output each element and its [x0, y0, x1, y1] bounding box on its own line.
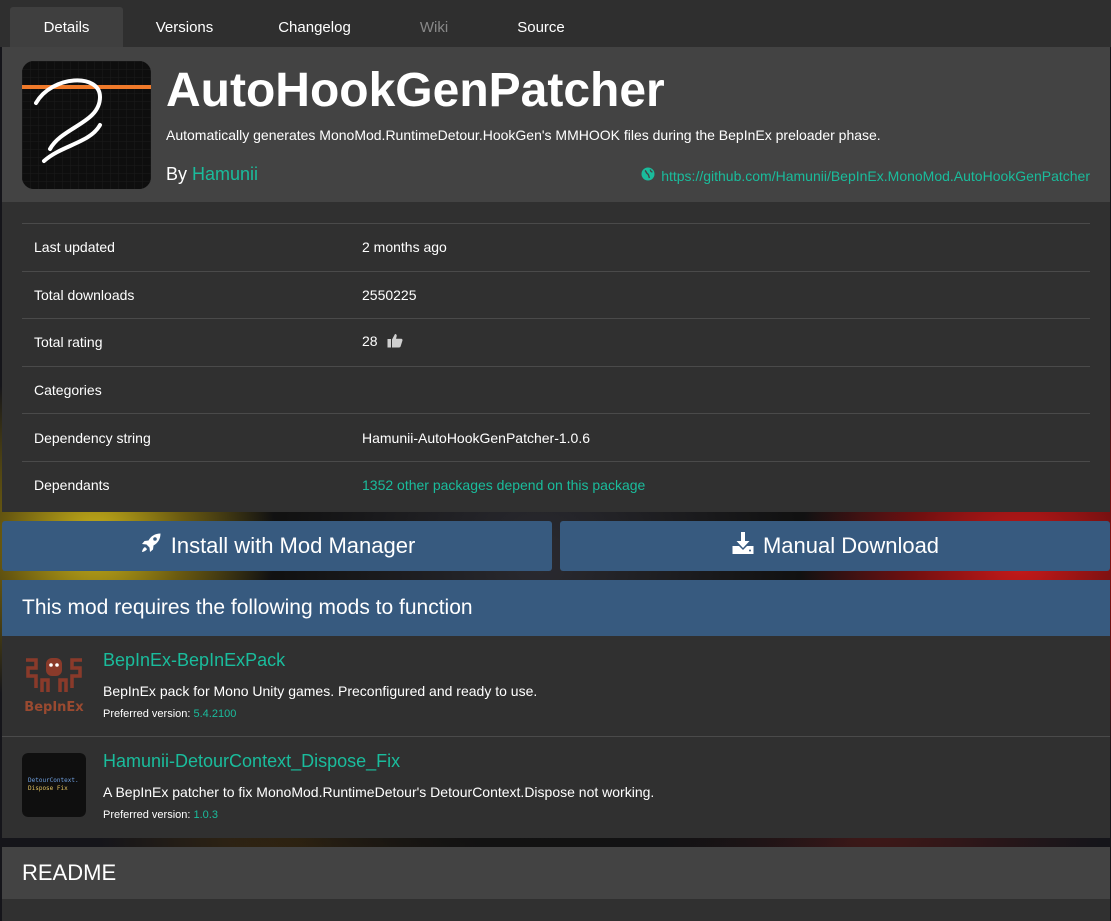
bepinex-logo-text: BepInEx	[24, 700, 84, 715]
info-key: Dependants	[34, 477, 110, 494]
globe-icon	[641, 167, 655, 184]
version-label: Preferred version:	[103, 809, 191, 821]
readme-heading: README	[2, 847, 1110, 899]
rocket-icon	[139, 531, 163, 561]
repo-url: https://github.com/Hamunii/BepInEx.MonoM…	[661, 167, 1090, 184]
tab-changelog[interactable]: Changelog	[246, 7, 383, 47]
repo-link[interactable]: https://github.com/Hamunii/BepInEx.MonoM…	[641, 167, 1090, 184]
required-mods-heading: This mod requires the following mods to …	[2, 580, 1110, 636]
info-key: Last updated	[34, 239, 115, 256]
tab-details[interactable]: Details	[10, 7, 123, 47]
package-info: Last updated 2 months ago Total download…	[2, 202, 1110, 512]
detourcontext-logo-text: DetourContext.	[28, 777, 79, 784]
package-logo	[22, 61, 151, 189]
dependency-version: Preferred version: 5.4.2100	[103, 708, 236, 720]
package-byline: By Hamunii	[166, 164, 258, 185]
rating-count: 28	[362, 333, 378, 350]
author-link[interactable]: Hamunii	[192, 164, 258, 184]
info-row-dependants: Dependants 1352 other packages depend on…	[22, 460, 1090, 509]
install-label: Install with Mod Manager	[170, 533, 416, 558]
detourcontext-logo: DetourContext. Dispose Fix	[22, 753, 86, 817]
package-description: Automatically generates MonoMod.RuntimeD…	[166, 127, 881, 143]
dependency-version: Preferred version: 1.0.3	[103, 809, 218, 821]
version-label: Preferred version:	[103, 708, 191, 720]
download-label: Manual Download	[762, 533, 940, 558]
dependency-name-link[interactable]: Hamunii-DetourContext_Dispose_Fix	[103, 751, 400, 772]
tab-bar: Details Versions Changelog Wiki Source	[0, 0, 1111, 47]
info-value: 2 months ago	[362, 239, 447, 256]
info-row-last-updated: Last updated 2 months ago	[22, 223, 1090, 271]
install-with-mod-manager-button[interactable]: Install with Mod Manager	[2, 521, 552, 571]
info-row-total-downloads: Total downloads 2550225	[22, 270, 1090, 319]
readme-section: README	[2, 847, 1110, 921]
manual-download-button[interactable]: Manual Download	[560, 521, 1110, 571]
tab-wiki: Wiki	[419, 18, 449, 36]
info-row-dependency-string: Dependency string Hamunii-AutoHookGenPat…	[22, 413, 1090, 461]
info-value: 28	[362, 333, 1090, 351]
info-key: Dependency string	[34, 429, 151, 446]
info-key: Total downloads	[34, 286, 135, 303]
package-header: AutoHookGenPatcher Automatically generat…	[2, 47, 1110, 202]
info-row-total-rating: Total rating 28	[22, 318, 1090, 366]
list-item: BepInEx BepInEx-BepInExPack BepInEx pack…	[2, 636, 1110, 737]
bepinex-logo: BepInEx	[22, 652, 86, 716]
version-number-link[interactable]: 5.4.2100	[194, 708, 237, 720]
info-row-categories: Categories	[22, 365, 1090, 414]
dependency-description: A BepInEx patcher to fix MonoMod.Runtime…	[103, 784, 655, 800]
thumbs-up-icon[interactable]	[387, 333, 403, 351]
dependants-link[interactable]: 1352 other packages depend on this packa…	[362, 477, 1090, 493]
download-icon	[731, 531, 755, 561]
info-value: 2550225	[362, 286, 417, 303]
dispose-fix-logo-text: Dispose Fix	[28, 785, 68, 792]
package-page: Details Versions Changelog Wiki Source A…	[0, 0, 1111, 921]
by-label: By	[166, 164, 188, 184]
required-mods: This mod requires the following mods to …	[2, 580, 1110, 838]
dependency-description: BepInEx pack for Mono Unity games. Preco…	[103, 683, 538, 699]
version-number-link[interactable]: 1.0.3	[194, 809, 218, 821]
tab-versions[interactable]: Versions	[127, 7, 242, 47]
package-title: AutoHookGenPatcher	[166, 64, 665, 117]
info-key: Total rating	[34, 334, 103, 351]
info-table: Last updated 2 months ago Total download…	[22, 223, 1090, 509]
info-value: Hamunii-AutoHookGenPatcher-1.0.6	[362, 429, 591, 446]
tab-source[interactable]: Source	[485, 7, 597, 47]
list-item: DetourContext. Dispose Fix Hamunii-Detou…	[2, 737, 1110, 838]
info-key: Categories	[34, 382, 102, 399]
dependency-name-link[interactable]: BepInEx-BepInExPack	[103, 650, 285, 671]
